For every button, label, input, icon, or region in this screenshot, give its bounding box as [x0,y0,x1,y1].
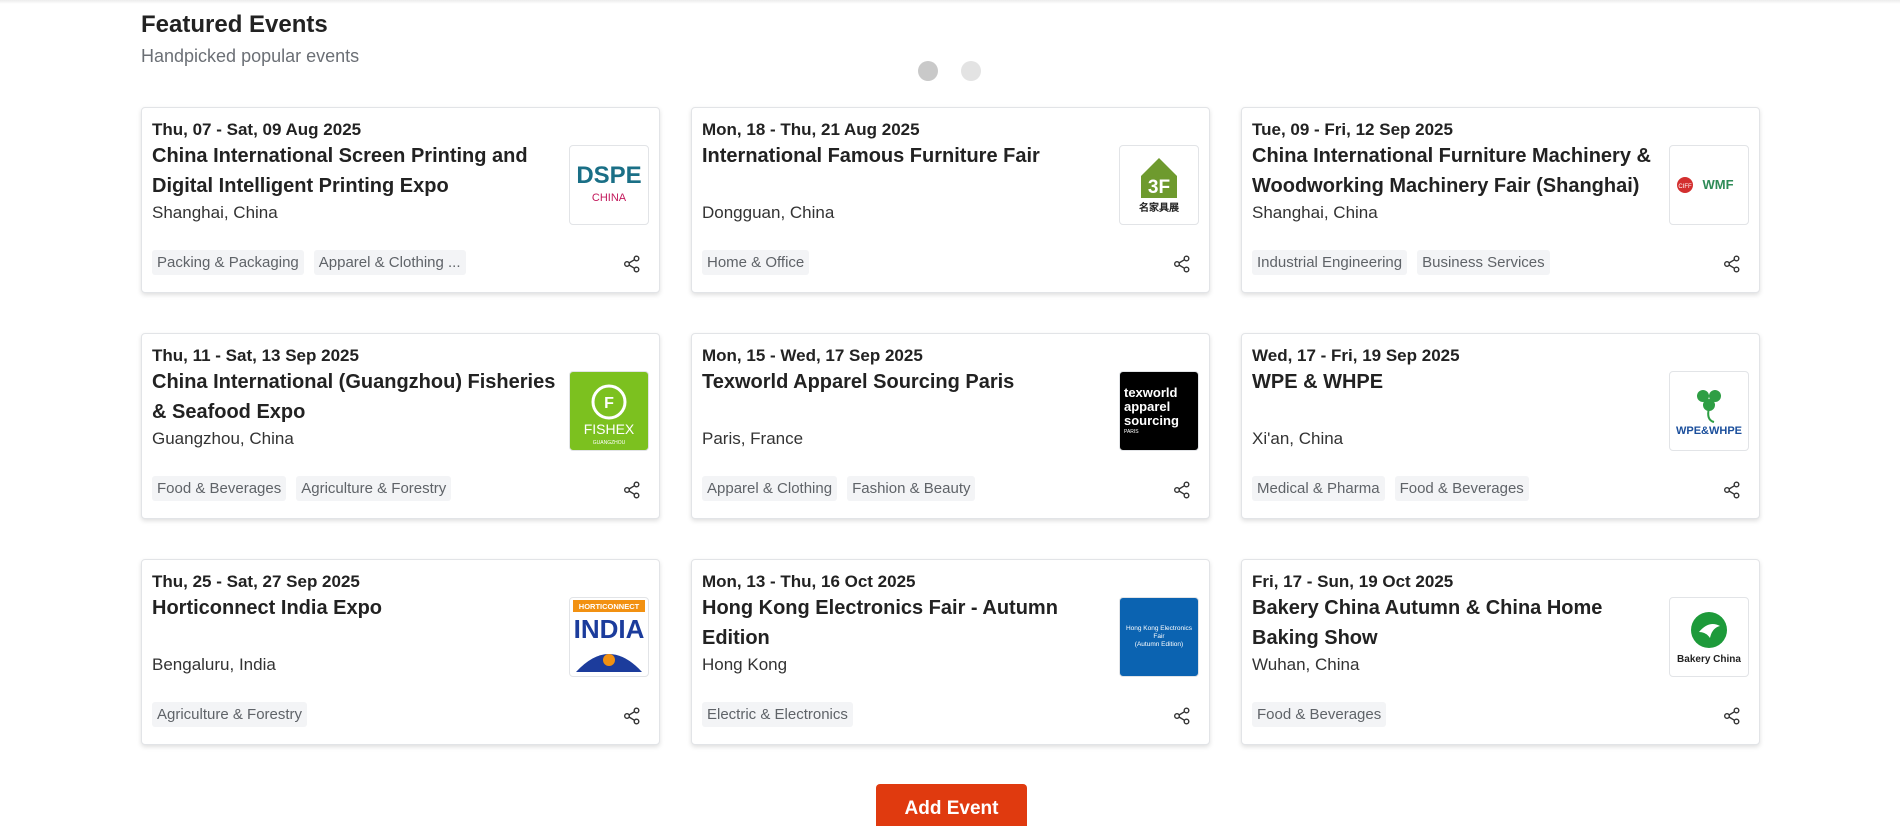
event-tag[interactable]: Packing & Packaging [152,250,304,275]
carousel-dot-1[interactable] [918,61,938,81]
event-tag[interactable]: Food & Beverages [152,476,287,501]
event-tag[interactable]: Apparel & Clothing [702,476,838,501]
event-tags: Food & Beverages Agriculture & Forestry [152,476,452,501]
event-logo: Hong Kong Electronics Fair (Autumn Editi… [1119,597,1199,677]
event-logo: 3F 名家具展 [1119,145,1199,225]
event-date: Wed, 17 - Fri, 19 Sep 2025 [1252,346,1460,365]
logo-text: DSPE [576,162,641,189]
event-tag[interactable]: Food & Beverages [1252,702,1387,727]
event-logo: HORTICONNECT INDIA [569,597,649,677]
event-card[interactable]: Wed, 17 - Fri, 19 Sep 2025 WPE & WHPE Xi… [1241,333,1760,519]
logo-text: FISHEX [584,421,635,437]
event-logo: WPE&WHPE [1669,371,1749,451]
share-icon[interactable] [1173,707,1191,725]
share-icon[interactable] [1723,707,1741,725]
event-tag[interactable]: Food & Beverages [1394,476,1529,501]
share-icon[interactable] [623,707,641,725]
share-icon[interactable] [1723,255,1741,273]
event-tags: Food & Beverages [1252,702,1387,727]
carousel-dots [918,61,981,81]
logo-sub: 名家具展 [1139,201,1179,214]
event-card[interactable]: Mon, 18 - Thu, 21 Aug 2025 International… [691,107,1210,293]
event-tag[interactable]: Electric & Electronics [702,702,853,727]
event-tag[interactable]: Fashion & Beauty [847,476,976,501]
share-icon[interactable] [623,255,641,273]
logo-text: texworld apparel sourcing [1124,385,1179,428]
event-logo: Bakery China [1669,597,1749,677]
logo-text: Bakery China [1677,654,1741,665]
event-tags: Electric & Electronics [702,702,853,727]
event-tag[interactable]: Medical & Pharma [1252,476,1385,501]
events-grid: Thu, 07 - Sat, 09 Aug 2025 China Interna… [141,107,1761,745]
event-tags: Industrial Engineering Business Services [1252,250,1550,275]
logo-sub: CHINA [592,192,627,204]
share-icon[interactable] [1723,481,1741,499]
event-title[interactable]: Hong Kong Electronics Fair - Autumn Edit… [702,593,1107,653]
share-icon[interactable] [1173,481,1191,499]
event-tag[interactable]: Home & Office [702,250,810,275]
event-date: Mon, 15 - Wed, 17 Sep 2025 [702,346,923,365]
event-card[interactable]: Mon, 13 - Thu, 16 Oct 2025 Hong Kong Ele… [691,559,1210,745]
event-logo: DSPE CHINA [569,145,649,225]
logo-sub: CIFF [1678,184,1692,190]
logo-sub: (Autumn Edition) [1134,641,1184,648]
event-date: Mon, 18 - Thu, 21 Aug 2025 [702,120,920,139]
logo-sub: GUANGZHOU [593,440,626,446]
logo-sub: HORTICONNECT [579,602,640,611]
event-title[interactable]: Bakery China Autumn & China Home Baking … [1252,593,1657,653]
event-card[interactable]: Fri, 17 - Sun, 19 Oct 2025 Bakery China … [1241,559,1760,745]
event-title[interactable]: International Famous Furniture Fair [702,141,1107,201]
event-logo: texworld apparel sourcing PARIS [1119,371,1199,451]
event-date: Tue, 09 - Fri, 12 Sep 2025 [1252,120,1453,139]
event-tag[interactable]: Industrial Engineering [1252,250,1408,275]
event-tag[interactable]: Apparel & Clothing ... [313,250,466,275]
event-tags: Agriculture & Forestry [152,702,308,727]
event-tag[interactable]: Agriculture & Forestry [296,476,452,501]
event-tags: Apparel & Clothing Fashion & Beauty [702,476,976,501]
logo-text: INDIA [574,614,645,644]
event-tags: Home & Office [702,250,810,275]
event-tags: Medical & Pharma Food & Beverages [1252,476,1529,501]
event-logo: F FISHEX GUANGZHOU [569,371,649,451]
event-title[interactable]: China International Furniture Machinery … [1252,141,1657,201]
event-date: Thu, 25 - Sat, 27 Sep 2025 [152,572,360,591]
event-card[interactable]: Thu, 11 - Sat, 13 Sep 2025 China Interna… [141,333,660,519]
event-date: Fri, 17 - Sun, 19 Oct 2025 [1252,572,1454,591]
event-date: Thu, 07 - Sat, 09 Aug 2025 [152,120,362,139]
event-title[interactable]: Texworld Apparel Sourcing Paris [702,367,1107,427]
event-date: Mon, 13 - Thu, 16 Oct 2025 [702,572,916,591]
event-card[interactable]: Thu, 07 - Sat, 09 Aug 2025 China Interna… [141,107,660,293]
event-date: Thu, 11 - Sat, 13 Sep 2025 [152,346,359,365]
event-title[interactable]: China International (Guangzhou) Fisherie… [152,367,557,427]
event-card[interactable]: Mon, 15 - Wed, 17 Sep 2025 Texworld Appa… [691,333,1210,519]
event-card[interactable]: Thu, 25 - Sat, 27 Sep 2025 Horticonnect … [141,559,660,745]
event-title[interactable]: WPE & WHPE [1252,367,1657,427]
section-subtitle: Handpicked popular events [141,46,360,66]
add-event-button[interactable]: Add Event [876,784,1027,826]
share-icon[interactable] [1173,255,1191,273]
event-title[interactable]: Horticonnect India Expo [152,593,557,653]
logo-text: Hong Kong Electronics Fair [1125,625,1193,640]
carousel-dot-2[interactable] [961,61,981,81]
svg-text:F: F [604,395,614,412]
logo-text: WMF [1702,177,1733,192]
share-icon[interactable] [623,481,641,499]
event-tags: Packing & Packaging Apparel & Clothing .… [152,250,466,275]
event-title[interactable]: China International Screen Printing and … [152,141,557,201]
event-card[interactable]: Tue, 09 - Fri, 12 Sep 2025 China Interna… [1241,107,1760,293]
section-title: Featured Events [141,11,328,38]
event-tag[interactable]: Agriculture & Forestry [152,702,308,727]
logo-sub: PARIS [1124,429,1139,435]
logo-text: 3F [1148,177,1170,198]
logo-text: WPE&WHPE [1676,425,1742,437]
event-logo: CIFF WMF [1669,145,1749,225]
event-tag[interactable]: Business Services [1417,250,1550,275]
top-shadow [0,0,1900,4]
